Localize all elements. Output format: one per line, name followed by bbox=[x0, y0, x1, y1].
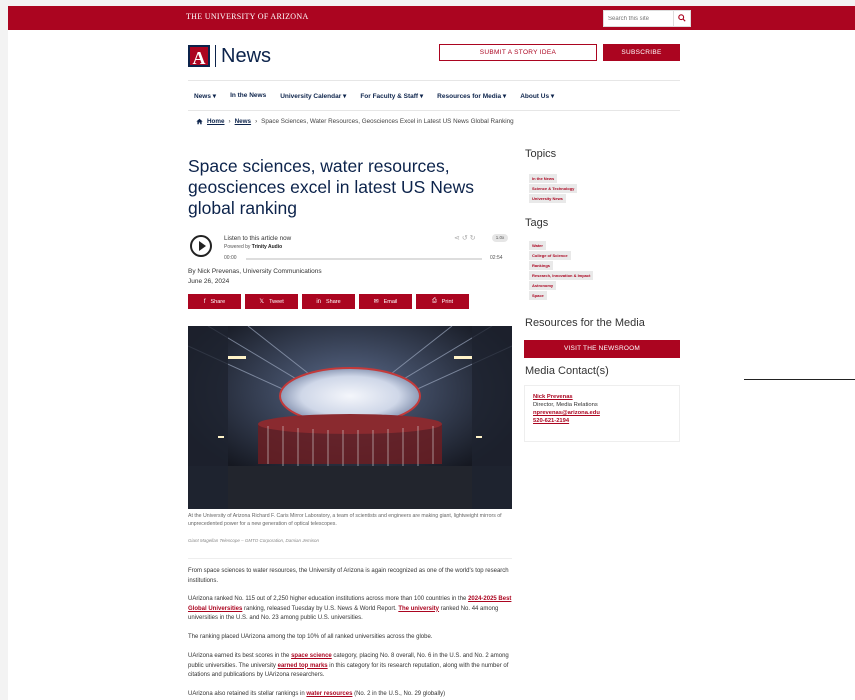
facebook-icon: f bbox=[203, 298, 206, 305]
share-icon[interactable]: ⋖ bbox=[454, 235, 462, 242]
share-print-button[interactable]: ⎙ Print bbox=[416, 294, 469, 309]
photo-credit: Giant Magellan Telescope – GMTO Corporat… bbox=[188, 538, 320, 543]
nav-item-in-the-news[interactable]: In the News bbox=[230, 92, 266, 100]
article-date: June 26, 2024 bbox=[188, 278, 230, 285]
share-linkedin-button[interactable]: in Share bbox=[302, 294, 355, 309]
share-email-button[interactable]: ✉ Email bbox=[359, 294, 412, 309]
tag[interactable]: Water bbox=[529, 241, 546, 250]
share-buttons: f Share 𝕏 Tweet in Share ✉ Email ⎙ Print bbox=[188, 294, 469, 309]
arizona-a-logo: A bbox=[188, 45, 210, 68]
tags-heading: Tags bbox=[525, 217, 549, 229]
email-icon: ✉ bbox=[373, 299, 379, 305]
contact-name[interactable]: Nick Prevenas bbox=[533, 393, 671, 401]
top-bar: The University of Arizona bbox=[8, 6, 855, 30]
audio-provider[interactable]: Trinity Audio bbox=[252, 244, 282, 250]
tag[interactable]: Rankings bbox=[529, 261, 554, 270]
breadcrumb: Home › News › Space Sciences, Water Reso… bbox=[196, 118, 514, 125]
page: The University of Arizona A News SUBMIT … bbox=[0, 0, 855, 700]
nav-item-calendar[interactable]: University Calendar ▾ bbox=[280, 92, 346, 100]
photo-caption: At the University of Arizona Richard F. … bbox=[188, 513, 502, 527]
visit-newsroom-button[interactable]: VISIT THE NEWSROOM bbox=[524, 340, 680, 358]
link-top-marks[interactable]: earned top marks bbox=[278, 663, 328, 669]
link-university[interactable]: The university bbox=[398, 606, 439, 612]
paragraph: UArizona ranked No. 115 out of 2,250 hig… bbox=[188, 596, 512, 621]
divider-line bbox=[744, 379, 855, 380]
site-search bbox=[603, 10, 691, 27]
breadcrumb-news[interactable]: News bbox=[235, 118, 251, 125]
contact-email[interactable]: nprevenas@arizona.edu bbox=[533, 409, 671, 417]
tag[interactable]: College of Science bbox=[529, 251, 571, 260]
audio-time-start: 00:00 bbox=[224, 255, 237, 261]
media-contact-card: Nick Prevenas Director, Media Relations … bbox=[524, 385, 680, 442]
share-x-button[interactable]: 𝕏 Tweet bbox=[245, 294, 298, 309]
submit-story-button[interactable]: SUBMIT A STORY IDEA bbox=[439, 44, 597, 61]
divider bbox=[188, 558, 512, 559]
divider bbox=[188, 110, 680, 111]
subscribe-button[interactable]: SUBSCRIBE bbox=[603, 44, 680, 61]
article-byline: By Nick Prevenas, University Communicati… bbox=[188, 268, 322, 275]
main-content: A News SUBMIT A STORY IDEA SUBSCRIBE New… bbox=[8, 30, 855, 700]
rewind-icon[interactable]: ↺ bbox=[462, 235, 470, 242]
tags-list: Water College of Science Rankings Resear… bbox=[529, 241, 594, 301]
topic-tag[interactable]: In the News bbox=[529, 174, 558, 183]
share-facebook-button[interactable]: f Share bbox=[188, 294, 241, 309]
contact-phone[interactable]: 520-621-2194 bbox=[533, 417, 671, 425]
main-nav: News ▾ In the News University Calendar ▾… bbox=[194, 92, 568, 100]
breadcrumb-separator: › bbox=[228, 118, 231, 125]
nav-item-faculty-staff[interactable]: For Faculty & Staff ▾ bbox=[360, 92, 423, 100]
audio-controls: ⋖↺↻ bbox=[454, 234, 478, 242]
tag[interactable]: Astronomy bbox=[529, 281, 557, 290]
x-icon: 𝕏 bbox=[259, 299, 265, 305]
paragraph: From space sciences to water resources, … bbox=[188, 568, 509, 584]
link-water-resources[interactable]: water resources bbox=[306, 691, 352, 697]
topics-heading: Topics bbox=[525, 148, 557, 160]
link-space-science[interactable]: space science bbox=[291, 653, 332, 659]
topics-list: In the News Science & Technology Univers… bbox=[529, 174, 578, 204]
breadcrumb-current: Space Sciences, Water Resources, Geoscie… bbox=[261, 118, 514, 125]
nav-item-about[interactable]: About Us ▾ bbox=[520, 92, 554, 100]
university-wordmark[interactable]: The University of Arizona bbox=[186, 12, 309, 21]
audio-progress-bar[interactable] bbox=[246, 258, 482, 260]
play-button[interactable] bbox=[190, 235, 212, 257]
article-photo bbox=[188, 326, 512, 509]
contact-role: Director, Media Relations bbox=[533, 402, 598, 408]
news-wordmark: News bbox=[221, 44, 272, 67]
news-logo[interactable]: A News bbox=[188, 44, 271, 68]
tag[interactable]: Space bbox=[529, 291, 547, 300]
print-icon: ⎙ bbox=[431, 298, 437, 304]
audio-player: Listen to this article now Powered by Tr… bbox=[190, 232, 512, 268]
topic-tag[interactable]: University News bbox=[529, 194, 566, 203]
breadcrumb-separator: › bbox=[255, 118, 258, 125]
home-icon bbox=[196, 118, 203, 125]
tag[interactable]: Research, Innovation & Impact bbox=[529, 271, 594, 280]
divider bbox=[188, 80, 680, 81]
nav-item-media-resources[interactable]: Resources for Media ▾ bbox=[437, 92, 506, 100]
forward-icon[interactable]: ↻ bbox=[470, 235, 478, 242]
paragraph: UArizona also retained its stellar ranki… bbox=[188, 691, 446, 697]
audio-label: Listen to this article now bbox=[224, 235, 292, 242]
breadcrumb-home[interactable]: Home bbox=[207, 118, 225, 125]
paragraph: The ranking placed UArizona among the to… bbox=[188, 634, 433, 640]
topic-tag[interactable]: Science & Technology bbox=[529, 184, 578, 193]
audio-time-end: 02:54 bbox=[490, 255, 503, 261]
search-input[interactable] bbox=[608, 13, 668, 25]
article-title: Space sciences, water resources, geoscie… bbox=[188, 156, 474, 218]
speed-button[interactable]: 1.0x bbox=[492, 234, 508, 242]
media-contacts-heading: Media Contact(s) bbox=[525, 365, 609, 377]
resources-heading: Resources for the Media bbox=[525, 317, 645, 329]
linkedin-icon: in bbox=[316, 298, 321, 305]
audio-powered-by: Powered by Trinity Audio bbox=[224, 244, 283, 250]
nav-item-news[interactable]: News ▾ bbox=[194, 92, 216, 100]
search-icon[interactable] bbox=[673, 11, 690, 26]
paragraph: UArizona earned its best scores in the s… bbox=[188, 653, 509, 678]
logo-divider bbox=[215, 45, 216, 67]
